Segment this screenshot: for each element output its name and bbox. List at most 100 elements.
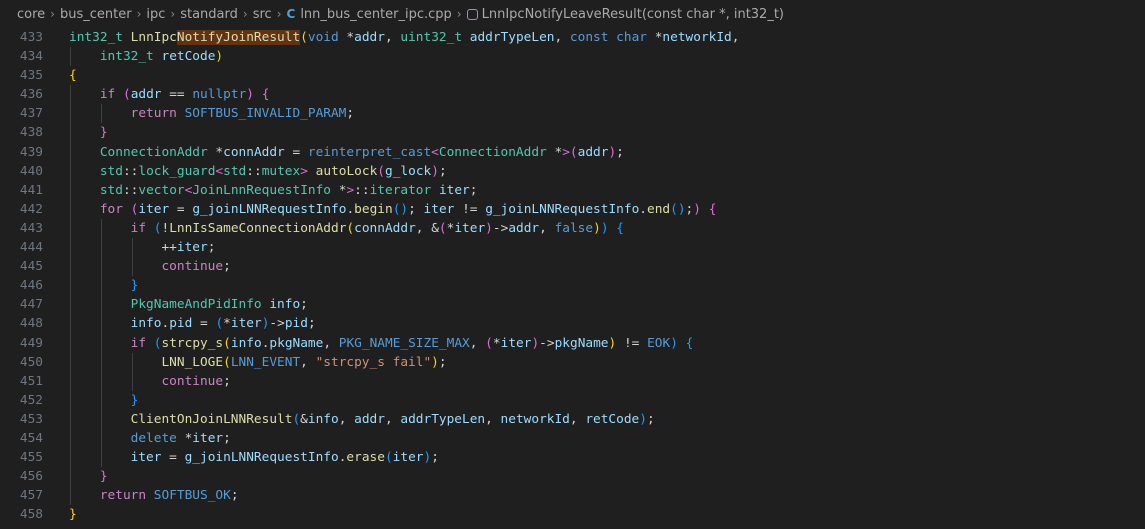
code-token: JoinLnnRequestInfo — [192, 182, 332, 198]
code-token: addr — [354, 411, 385, 427]
code-line[interactable]: 446 } — [0, 276, 1145, 296]
code-text: continue; — [69, 371, 231, 391]
breadcrumb-item-ipc[interactable]: ipc — [146, 7, 165, 22]
code-token: ; — [646, 411, 655, 427]
code-token: addrTypeLen — [469, 30, 555, 45]
code-token: std — [99, 182, 123, 198]
code-token: addr — [508, 220, 540, 236]
code-token: SOFTBUS_OK — [153, 488, 231, 504]
line-number: 435 — [19, 68, 43, 84]
code-token: continue — [161, 373, 224, 389]
code-token: -> — [269, 316, 285, 332]
code-token: :: — [354, 182, 370, 198]
code-token: strcpy_s — [161, 335, 224, 351]
code-line[interactable]: 448 info.pid = (*iter)->pid; — [0, 314, 1145, 334]
code-token: ; — [307, 316, 316, 332]
indent-guide — [70, 104, 71, 124]
code-token: { — [708, 201, 717, 217]
chevron-right-icon: › — [456, 7, 462, 21]
code-token: ) — [600, 220, 609, 236]
code-text: ConnectionAddr *connAddr = reinterpret_c… — [69, 142, 624, 162]
line-number: 449 — [19, 335, 43, 351]
breadcrumb-file[interactable]: lnn_bus_center_ipc.cpp — [300, 7, 451, 22]
code-line[interactable]: 443 if (!LnnIsSameConnectionAddr(connAdd… — [0, 218, 1145, 239]
breadcrumb-item-standard[interactable]: standard — [180, 7, 238, 22]
breadcrumb-item-bus-center[interactable]: bus_center — [60, 7, 132, 22]
code-token: > — [300, 163, 308, 179]
code-token: { — [616, 220, 624, 236]
code-token: lock_guard — [138, 163, 216, 179]
code-line[interactable]: 454 delete *iter; — [0, 428, 1145, 449]
code-token: info — [307, 411, 339, 427]
code-token: ) — [215, 49, 224, 65]
line-number: 440 — [19, 163, 43, 179]
code-token: ++ — [161, 240, 177, 256]
code-line[interactable]: 436 if (addr == nullptr) { — [0, 85, 1145, 105]
code-text: if (addr == nullptr) { — [69, 85, 270, 105]
indent-guide — [100, 371, 102, 391]
code-line[interactable]: 455 iter = g_joinLNNRequestInfo.erase(it… — [0, 448, 1145, 468]
code-token: LNN_EVENT — [230, 354, 301, 370]
code-line[interactable]: 438 } — [0, 123, 1145, 143]
code-token: SOFTBUS_INVALID_PARAM — [184, 106, 347, 122]
code-token: ConnectionAddr — [438, 144, 547, 160]
line-number: 454 — [19, 430, 43, 446]
breadcrumb-symbol[interactable]: LnnIpcNotifyLeaveResult(const char *, in… — [482, 7, 784, 22]
line-number: 439 — [19, 144, 43, 160]
code-token: info — [269, 297, 301, 313]
code-line[interactable]: 442 for (iter = g_joinLNNRequestInfo.beg… — [0, 199, 1145, 219]
code-token: = — [161, 450, 185, 466]
code-token: connAddr — [354, 220, 416, 236]
code-token: * — [338, 30, 355, 45]
line-number: 442 — [19, 201, 43, 217]
code-line[interactable]: 450 LNN_LOGE(LNN_EVENT, "strcpy_s fail")… — [0, 352, 1145, 372]
code-line[interactable]: 433 int32_t LnnIpcNotifyJoinResult(void *… — [0, 28, 1145, 47]
code-line[interactable]: 451 continue; — [0, 371, 1145, 391]
code-line[interactable]: 444 ++iter; — [0, 238, 1145, 258]
code-token: ( — [300, 30, 308, 45]
breadcrumb-item-core[interactable]: core — [17, 7, 45, 22]
code-token: info — [230, 335, 262, 351]
code-line[interactable]: 457 return SOFTBUS_OK; — [0, 486, 1145, 506]
code-token: mutex — [261, 163, 301, 179]
code-line[interactable]: 435 { — [0, 66, 1145, 85]
code-token: uint32_t — [400, 30, 463, 45]
code-line[interactable]: 437 return SOFTBUS_INVALID_PARAM; — [0, 104, 1145, 124]
code-line[interactable]: 456 } — [0, 467, 1145, 487]
code-token: iterator — [369, 182, 432, 198]
code-token: ClientOnJoinLNNResult — [130, 411, 293, 427]
code-line[interactable]: 445 continue; — [0, 257, 1145, 277]
code-token: ; — [207, 240, 216, 256]
code-token: * — [647, 30, 663, 45]
line-number: 446 — [19, 278, 43, 294]
code-line[interactable]: 434 int32_t retCode) — [0, 47, 1145, 67]
code-line[interactable]: 449 if (strcpy_s(info.pkgName, PKG_NAME_… — [0, 333, 1145, 353]
code-token: PKG_NAME_SIZE_MAX — [338, 335, 470, 351]
line-number: 448 — [19, 316, 43, 332]
code-line[interactable]: 441 std::vector<JoinLnnRequestInfo *>::i… — [0, 180, 1145, 200]
code-token: != — [616, 335, 648, 351]
code-editor[interactable]: 433 int32_t LnnIpcNotifyJoinResult(void *… — [0, 28, 1145, 524]
code-line[interactable]: 439 ConnectionAddr *connAddr = reinterpr… — [0, 142, 1145, 162]
code-token: std — [99, 163, 123, 179]
indent-guide — [70, 218, 71, 239]
code-line[interactable]: 452 } — [0, 390, 1145, 410]
code-token: ; — [438, 354, 447, 370]
code-token: if — [99, 87, 116, 103]
line-number: 433 — [19, 30, 43, 45]
code-token: ( — [485, 335, 493, 351]
code-line[interactable]: 458} — [0, 505, 1145, 524]
code-line[interactable]: 440 std::lock_guard<std::mutex> autoLock… — [0, 161, 1145, 181]
breadcrumb-item-src[interactable]: src — [253, 7, 272, 22]
code-token: { — [261, 87, 270, 103]
code-token: delete — [130, 430, 177, 446]
code-line[interactable]: 453 ClientOnJoinLNNResult(&info, addr, a… — [0, 409, 1145, 429]
code-token: erase — [346, 450, 385, 466]
code-line[interactable]: 447 PkgNameAndPidInfo info; — [0, 295, 1145, 315]
